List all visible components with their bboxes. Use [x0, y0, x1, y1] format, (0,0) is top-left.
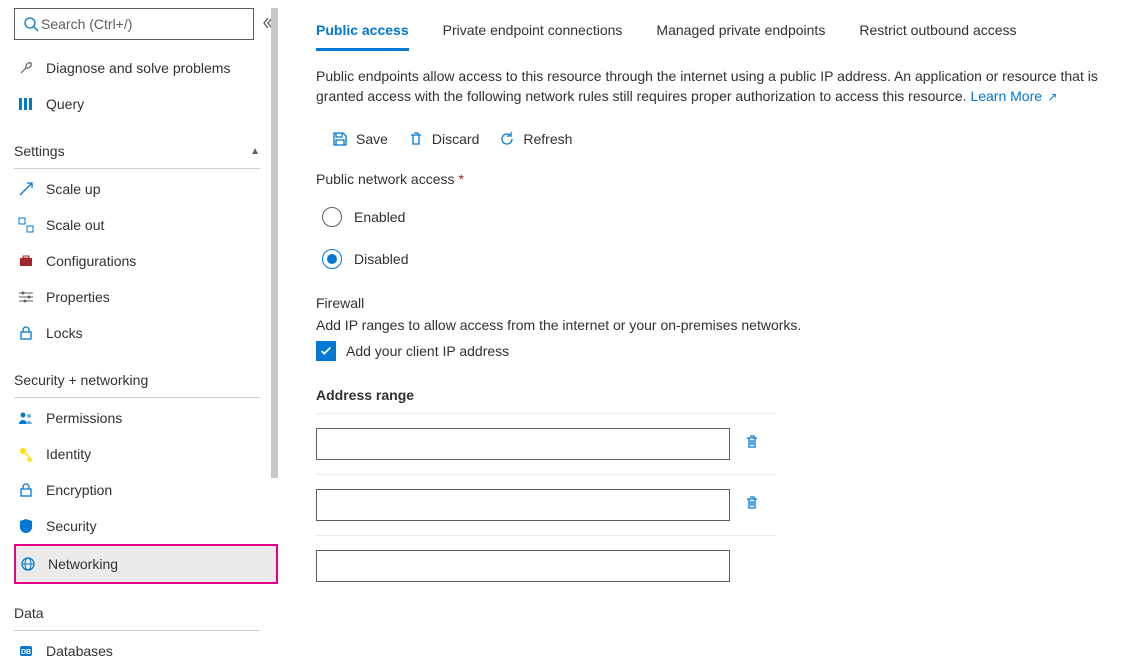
nav-databases[interactable]: DB Databases — [14, 633, 278, 669]
nav-query[interactable]: Query — [14, 86, 278, 122]
nav-label: Networking — [48, 556, 118, 572]
tab-public-access[interactable]: Public access — [316, 12, 409, 50]
section-title: Security + networking — [14, 372, 148, 388]
checkbox-icon — [316, 341, 336, 361]
checkbox-label: Add your client IP address — [346, 343, 509, 359]
trash-icon — [744, 434, 760, 450]
key-icon — [18, 446, 34, 462]
description-text: Public endpoints allow access to this re… — [316, 66, 1106, 107]
radio-disabled[interactable]: Disabled — [322, 241, 1116, 277]
highlight-networking: Networking — [14, 544, 278, 584]
search-box[interactable] — [14, 8, 254, 40]
nav-label: Diagnose and solve problems — [46, 60, 230, 76]
main-content: Public access Private endpoint connectio… — [278, 0, 1134, 647]
sliders-icon — [18, 289, 34, 305]
delete-row-button[interactable] — [744, 434, 768, 453]
add-client-ip-checkbox[interactable]: Add your client IP address — [316, 341, 1116, 361]
nav-scale-out[interactable]: Scale out — [14, 207, 278, 243]
divider — [14, 397, 260, 398]
nav-label: Identity — [46, 446, 91, 462]
shield-icon — [18, 518, 34, 534]
address-range-row — [316, 536, 1116, 596]
section-settings-header[interactable]: Settings ▲ — [14, 136, 278, 166]
nav-label: Locks — [46, 325, 83, 341]
refresh-button[interactable]: Refresh — [499, 131, 572, 147]
cmd-label: Discard — [432, 131, 479, 147]
nav-security[interactable]: Security — [14, 508, 278, 544]
divider — [14, 168, 260, 169]
globe-icon — [20, 556, 36, 572]
scale-up-icon — [18, 181, 34, 197]
nav-label: Query — [46, 96, 84, 112]
nav-label: Security — [46, 518, 97, 534]
database-icon: DB — [18, 643, 34, 659]
nav-encryption[interactable]: Encryption — [14, 472, 278, 508]
nav-diagnose[interactable]: Diagnose and solve problems — [14, 50, 278, 86]
tab-managed-private-endpoints[interactable]: Managed private endpoints — [656, 12, 825, 50]
nav-scale-up[interactable]: Scale up — [14, 171, 278, 207]
trash-icon — [408, 131, 424, 147]
lock-icon — [18, 482, 34, 498]
address-range-header: Address range — [316, 387, 1116, 403]
address-range-row — [316, 475, 1116, 535]
nav-identity[interactable]: Identity — [14, 436, 278, 472]
wrench-icon — [18, 60, 34, 76]
nav-networking[interactable]: Networking — [16, 546, 276, 582]
radio-icon — [322, 249, 342, 269]
radio-label: Disabled — [354, 251, 408, 267]
section-data-header[interactable]: Data — [14, 598, 278, 628]
search-icon — [23, 16, 39, 32]
nav-permissions[interactable]: Permissions — [14, 400, 278, 436]
radio-label: Enabled — [354, 209, 405, 225]
learn-more-link[interactable]: Learn More ↗ — [970, 88, 1057, 104]
nav-label: Encryption — [46, 482, 112, 498]
lock-icon — [18, 325, 34, 341]
radio-icon — [322, 207, 342, 227]
tab-restrict-outbound[interactable]: Restrict outbound access — [859, 12, 1016, 50]
save-button[interactable]: Save — [332, 131, 388, 147]
firewall-desc: Add IP ranges to allow access from the i… — [316, 317, 1116, 333]
divider — [14, 630, 260, 631]
svg-text:DB: DB — [21, 649, 31, 656]
nav-configurations[interactable]: Configurations — [14, 243, 278, 279]
nav-label: Scale out — [46, 217, 104, 233]
delete-row-button[interactable] — [744, 495, 768, 514]
address-range-row — [316, 414, 1116, 474]
refresh-icon — [499, 131, 515, 147]
briefcase-icon — [18, 253, 34, 269]
people-icon — [18, 410, 34, 426]
external-link-icon: ↗ — [1044, 90, 1057, 104]
public-network-access-label: Public network access* — [316, 171, 1116, 187]
nav-properties[interactable]: Properties — [14, 279, 278, 315]
firewall-title: Firewall — [316, 295, 1116, 311]
section-title: Data — [14, 605, 44, 621]
sidebar-scrollbar[interactable] — [271, 8, 278, 478]
nav-locks[interactable]: Locks — [14, 315, 278, 351]
cmd-label: Save — [356, 131, 388, 147]
address-range-input[interactable] — [316, 489, 730, 521]
required-indicator: * — [459, 171, 464, 187]
cmd-label: Refresh — [523, 131, 572, 147]
command-bar: Save Discard Refresh — [316, 117, 1116, 161]
save-icon — [332, 131, 348, 147]
search-input[interactable] — [39, 15, 245, 33]
trash-icon — [744, 495, 760, 511]
tab-private-endpoint[interactable]: Private endpoint connections — [443, 12, 623, 50]
address-range-input[interactable] — [316, 428, 730, 460]
tabs: Public access Private endpoint connectio… — [316, 12, 1116, 50]
section-security-header[interactable]: Security + networking — [14, 365, 278, 395]
sidebar: Diagnose and solve problems Query Settin… — [0, 0, 278, 647]
radio-enabled[interactable]: Enabled — [322, 199, 1116, 235]
nav-label: Permissions — [46, 410, 122, 426]
discard-button[interactable]: Discard — [408, 131, 479, 147]
query-icon — [18, 96, 34, 112]
address-range-input[interactable] — [316, 550, 730, 582]
nav-label: Scale up — [46, 181, 100, 197]
section-title: Settings — [14, 143, 65, 159]
chevron-up-icon: ▲ — [250, 146, 260, 157]
scale-out-icon — [18, 217, 34, 233]
nav-label: Databases — [46, 643, 113, 659]
nav-label: Configurations — [46, 253, 136, 269]
nav-label: Properties — [46, 289, 110, 305]
